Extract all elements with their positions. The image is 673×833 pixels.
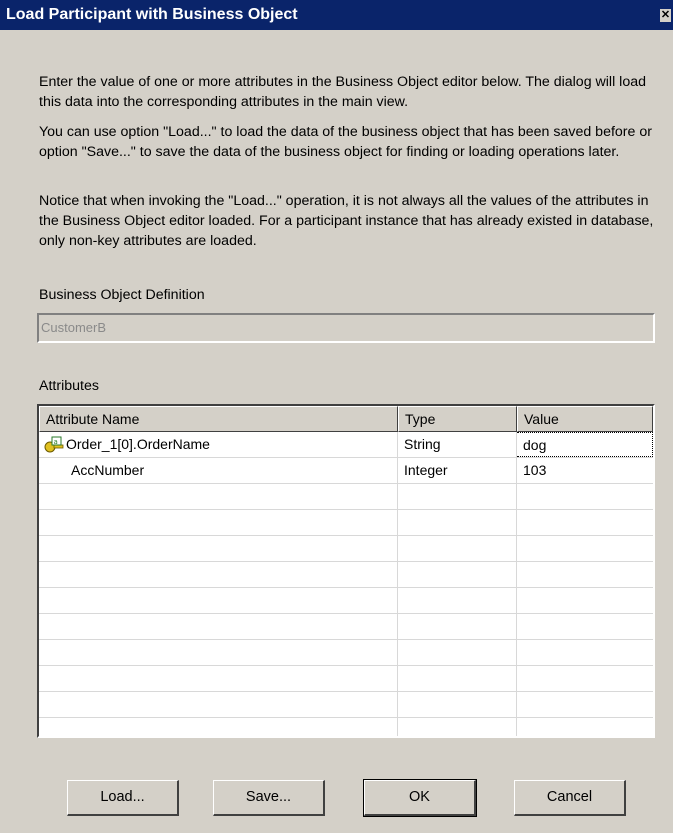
close-icon[interactable]: ✕ <box>660 9 671 22</box>
attributes-label: Attributes <box>39 378 99 394</box>
key-attribute-icon: a <box>44 436 64 453</box>
save-button[interactable]: Save... <box>213 780 325 816</box>
svg-text:a: a <box>54 438 58 446</box>
table-header: Attribute Name Type Value <box>39 406 653 432</box>
table-row[interactable] <box>39 718 653 736</box>
table-row[interactable] <box>39 614 653 640</box>
column-header-value[interactable]: Value <box>517 406 653 432</box>
table-row[interactable] <box>39 536 653 562</box>
intro-paragraph-3: Notice that when invoking the "Load..." … <box>39 193 654 249</box>
cancel-button[interactable]: Cancel <box>514 780 626 816</box>
attributes-table[interactable]: Attribute Name Type Value a Order_1[0].Or… <box>37 404 655 738</box>
table-row[interactable]: a Order_1[0].OrderName String dog <box>39 432 653 458</box>
load-button[interactable]: Load... <box>67 780 179 816</box>
bo-definition-label: Business Object Definition <box>39 287 205 303</box>
attribute-name-cell[interactable]: AccNumber <box>39 458 397 483</box>
table-row[interactable] <box>39 588 653 614</box>
table-row[interactable] <box>39 692 653 718</box>
ok-button[interactable]: OK <box>363 779 477 817</box>
attribute-value-cell[interactable]: 103 <box>517 458 653 483</box>
table-row[interactable] <box>39 510 653 536</box>
window-title: Load Participant with Business Object <box>6 6 298 23</box>
table-row[interactable] <box>39 666 653 692</box>
table-row[interactable] <box>39 640 653 666</box>
table-row[interactable] <box>39 484 653 510</box>
attribute-value-cell[interactable]: dog <box>517 432 653 457</box>
column-header-attribute-name[interactable]: Attribute Name <box>39 406 398 432</box>
column-divider <box>516 432 517 736</box>
attribute-type-cell: Integer <box>404 462 448 478</box>
table-row[interactable] <box>39 562 653 588</box>
attribute-name-text: Order_1[0].OrderName <box>66 436 210 452</box>
attribute-type-cell: String <box>404 436 441 452</box>
title-bar: Load Participant with Business Object ✕ <box>0 0 673 30</box>
intro-paragraph-1: Enter the value of one or more attribute… <box>39 74 646 110</box>
attribute-name-text: AccNumber <box>71 462 145 478</box>
column-header-type[interactable]: Type <box>398 406 517 432</box>
column-divider <box>397 432 398 736</box>
bo-definition-field: CustomerB <box>37 313 655 343</box>
table-row[interactable]: AccNumber Integer 103 <box>39 458 653 484</box>
attribute-name-cell[interactable]: a Order_1[0].OrderName <box>39 432 397 457</box>
intro-paragraph-2: You can use option "Load..." to load the… <box>39 124 652 160</box>
